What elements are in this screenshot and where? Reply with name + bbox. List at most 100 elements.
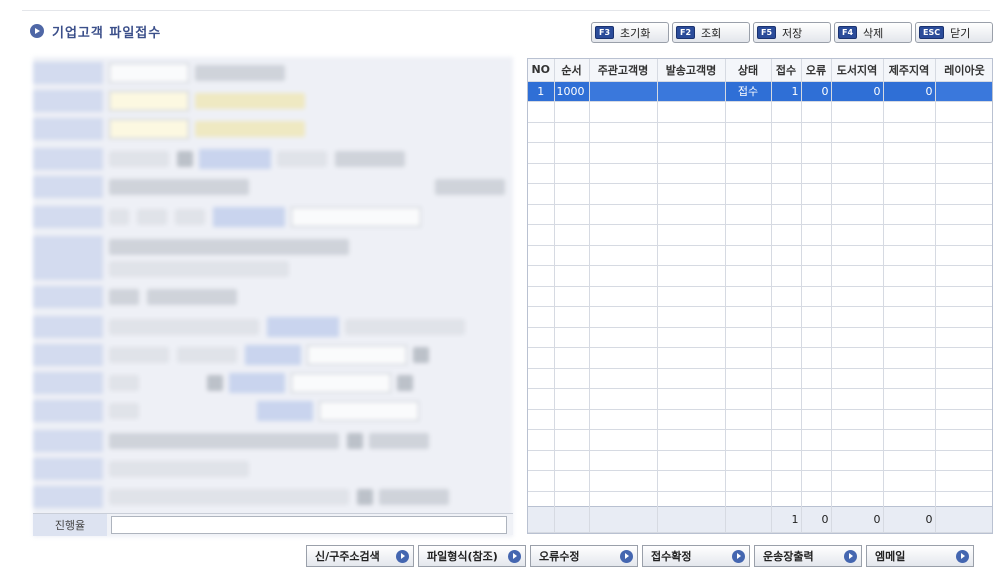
title-bullet-icon [30, 24, 44, 38]
delete-button[interactable]: F4 삭제 [834, 22, 912, 43]
f3-key-badge: F3 [595, 26, 615, 39]
form-row [33, 285, 513, 309]
form-row [33, 147, 513, 171]
arrow-right-icon [620, 549, 633, 563]
file-format-label: 파일형식(참조) [427, 550, 498, 563]
empty-row [528, 101, 992, 123]
cell-status: 접수 [725, 81, 772, 102]
customer-form [33, 57, 513, 537]
empty-row [528, 347, 992, 369]
col-received[interactable]: 접수 [771, 59, 802, 82]
confirm-receipt-button[interactable]: 접수확정 [642, 545, 750, 567]
form-row [33, 457, 513, 481]
file-format-button[interactable]: 파일형식(참조) [418, 545, 526, 567]
progress-label: 진행율 [33, 513, 107, 536]
empty-row [528, 204, 992, 225]
empty-row [528, 470, 992, 492]
receipt-grid: NO 순서 주관고객명 발송고객명 상태 접수 오류 도서지역 제주지역 레이아… [527, 58, 993, 534]
close-button[interactable]: ESC 닫기 [915, 22, 993, 43]
empty-row [528, 245, 992, 266]
col-status[interactable]: 상태 [725, 59, 772, 82]
empty-row [528, 409, 992, 430]
cell-sender [657, 81, 726, 102]
col-sender-customer[interactable]: 발송고객명 [657, 59, 726, 82]
cell-received: 1 [771, 81, 802, 102]
table-row[interactable]: 1 1000 접수 1 0 0 0 [528, 81, 992, 102]
search-button[interactable]: F2 조회 [672, 22, 750, 43]
col-island[interactable]: 도서지역 [831, 59, 884, 82]
window-title: 기업고객 파일접수 [30, 21, 161, 41]
total-error: 0 [801, 506, 832, 533]
empty-row [528, 306, 992, 328]
page-title: 기업고객 파일접수 [52, 25, 162, 41]
top-divider [22, 10, 990, 11]
col-seq[interactable]: 순서 [554, 59, 590, 82]
cell-layout [935, 81, 992, 102]
arrow-right-icon [956, 549, 969, 563]
empty-row [528, 450, 992, 471]
f5-key-badge: F5 [757, 26, 777, 39]
form-row [33, 371, 513, 395]
col-no[interactable]: NO [528, 59, 555, 82]
form-row [33, 399, 513, 423]
progress-row: 진행율 [33, 513, 513, 536]
arrow-right-icon [396, 549, 409, 563]
form-row [33, 89, 513, 113]
form-row [33, 205, 513, 229]
col-layout[interactable]: 레이아웃 [935, 59, 992, 82]
cell-error: 0 [801, 81, 832, 102]
col-jeju[interactable]: 제주지역 [883, 59, 936, 82]
save-button[interactable]: F5 저장 [753, 22, 831, 43]
error-fix-button[interactable]: 오류수정 [530, 545, 638, 567]
col-host-customer[interactable]: 주관고객명 [589, 59, 658, 82]
f2-key-badge: F2 [676, 26, 696, 39]
empty-row [528, 224, 992, 246]
empty-row [528, 183, 992, 205]
email-label: 엠메일 [875, 550, 906, 563]
cell-jeju: 0 [883, 81, 936, 102]
form-row [33, 61, 513, 85]
error-fix-label: 오류수정 [539, 550, 580, 563]
form-row [33, 315, 513, 339]
cell-host [589, 81, 658, 102]
grid-header: NO 순서 주관고객명 발송고객명 상태 접수 오류 도서지역 제주지역 레이아… [528, 59, 992, 82]
empty-row [528, 429, 992, 451]
total-received: 1 [771, 506, 802, 533]
progress-field[interactable] [111, 515, 507, 534]
f4-key-badge: F4 [838, 26, 858, 39]
arrow-right-icon [732, 549, 745, 563]
form-row [33, 343, 513, 367]
total-jeju: 0 [883, 506, 936, 533]
esc-key-badge: ESC [919, 26, 945, 39]
arrow-right-icon [844, 549, 857, 563]
close-label: 닫기 [950, 26, 971, 40]
form-row [33, 429, 513, 453]
form-row [33, 117, 513, 141]
form-row [33, 175, 513, 199]
action-bar: 신/구주소검색 파일형식(참조) 오류수정 접수확정 운송장출력 엠메일 [306, 545, 974, 567]
arrow-right-icon [508, 549, 521, 563]
grid-totals-row: 1 0 0 0 [528, 506, 992, 533]
col-error[interactable]: 오류 [801, 59, 832, 82]
address-search-button[interactable]: 신/구주소검색 [306, 545, 414, 567]
empty-row [528, 286, 992, 307]
empty-row [528, 265, 992, 287]
total-island: 0 [831, 506, 884, 533]
toolbar: F3 초기화 F2 조회 F5 저장 F4 삭제 ESC 닫기 [591, 22, 993, 43]
form-row [33, 485, 513, 509]
email-button[interactable]: 엠메일 [866, 545, 974, 567]
empty-row [528, 122, 992, 143]
empty-row [528, 142, 992, 164]
print-waybill-label: 운송장출력 [763, 550, 814, 563]
empty-row [528, 327, 992, 348]
address-search-label: 신/구주소검색 [315, 550, 380, 563]
form-row [33, 235, 513, 281]
cell-island: 0 [831, 81, 884, 102]
cell-seq: 1000 [554, 81, 590, 102]
print-waybill-button[interactable]: 운송장출력 [754, 545, 862, 567]
cell-no: 1 [528, 81, 555, 102]
empty-row [528, 163, 992, 184]
search-label: 조회 [701, 26, 722, 40]
delete-label: 삭제 [863, 26, 884, 40]
reset-button[interactable]: F3 초기화 [591, 22, 669, 43]
